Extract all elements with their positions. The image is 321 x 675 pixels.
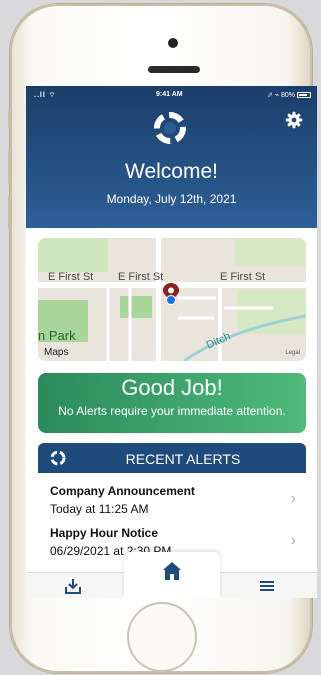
inbox-download-icon[interactable] [64,577,82,595]
app-screen: ..ll ⌔ 9:41 AM ⬀ ⌁ 80% Welcome! Monday, … [26,86,317,598]
volume-down-button [8,196,12,230]
status-right-indicators: ⬀ ⌁ 80% [267,92,295,99]
front-camera [168,38,178,48]
street-label: E First St [48,271,94,283]
battery-icon [297,92,311,98]
status-bar: ..ll ⌔ 9:41 AM ⬀ ⌁ 80% [26,89,317,103]
earpiece-speaker [148,66,200,73]
status-banner: Good Job! No Alerts require your immedia… [38,373,306,433]
legal-link[interactable]: Legal [285,350,300,356]
tab-home[interactable] [124,552,220,598]
silent-switch [8,110,12,128]
location-pin-icon [163,283,179,305]
park-label: n Park [38,328,76,343]
home-button[interactable] [127,602,197,672]
alert-list-item[interactable]: Company Announcement Today at 11:25 AM › [38,478,306,524]
banner-message: No Alerts require your immediate attenti… [58,404,286,418]
background: ..ll ⌔ 9:41 AM ⬀ ⌁ 80% Welcome! Monday, … [0,0,321,675]
street-label: E First St [118,271,164,283]
status-time: 9:41 AM [156,91,183,98]
volume-up-button [8,150,12,184]
recent-alerts-header: RECENT ALERTS [38,443,306,473]
location-map[interactable]: E First St E First St E First St n Park … [38,238,306,361]
app-logo-icon [50,450,66,466]
header: ..ll ⌔ 9:41 AM ⬀ ⌁ 80% Welcome! Monday, … [26,86,317,228]
menu-icon[interactable] [258,577,276,595]
current-date: Monday, July 12th, 2021 [106,192,237,206]
home-icon [163,562,181,580]
banner-title: Good Job! [121,375,223,400]
app-logo-icon [154,112,186,144]
chevron-right-icon: › [290,532,296,549]
recent-alerts-title: RECENT ALERTS [125,451,241,467]
street-label: E First St [220,271,266,283]
chevron-right-icon: › [290,490,296,507]
alert-title: Company Announcement [50,484,195,498]
alert-time: Today at 11:25 AM [50,502,149,516]
alert-title: Happy Hour Notice [50,526,159,540]
welcome-title: Welcome! [125,160,218,183]
signal-wifi-indicator: ..ll ⌔ [34,92,57,99]
maps-attribution: Maps [44,347,69,358]
gear-icon[interactable] [285,111,303,129]
